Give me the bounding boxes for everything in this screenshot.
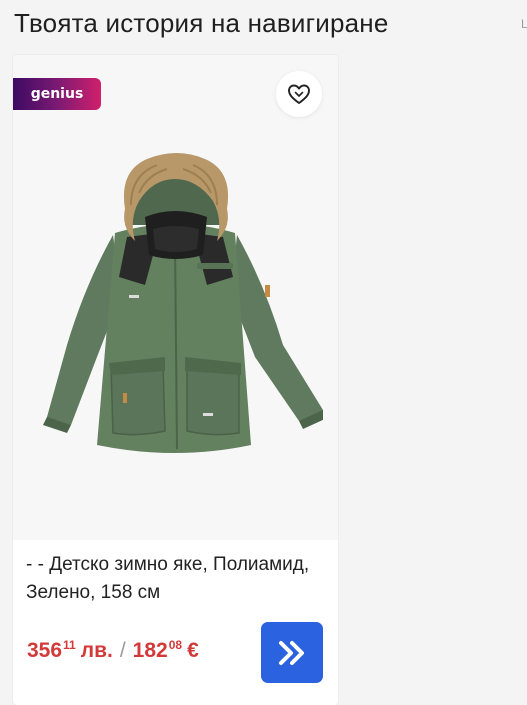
price-eur-int: 182 — [132, 639, 168, 662]
product-card[interactable]: genius - - Детско зимно яке, Полиамид, З… — [13, 55, 338, 705]
price-row: 356 11 лв. / 182 08 € — [27, 638, 199, 668]
price-bgn-dec: 11 — [63, 638, 76, 652]
heart-icon — [288, 84, 310, 104]
page-title: Твоята история на навигиране — [14, 8, 389, 38]
offscreen-item-edge: L — [521, 17, 527, 29]
price-bgn-int: 356 — [27, 639, 63, 662]
price-separator: / — [119, 639, 126, 662]
wishlist-button[interactable] — [276, 71, 322, 117]
product-name[interactable]: - - Детско зимно яке, Полиамид, Зелено, … — [26, 551, 326, 607]
product-image — [43, 153, 323, 453]
price-eur-dec: 08 — [168, 638, 183, 652]
double-chevron-right-icon — [279, 640, 304, 665]
genius-badge: genius — [13, 78, 101, 110]
price-eur-currency: € — [187, 639, 199, 662]
price-bgn-currency: лв. — [80, 639, 113, 662]
product-image-area[interactable]: genius — [13, 55, 338, 540]
open-product-button[interactable] — [261, 622, 323, 683]
